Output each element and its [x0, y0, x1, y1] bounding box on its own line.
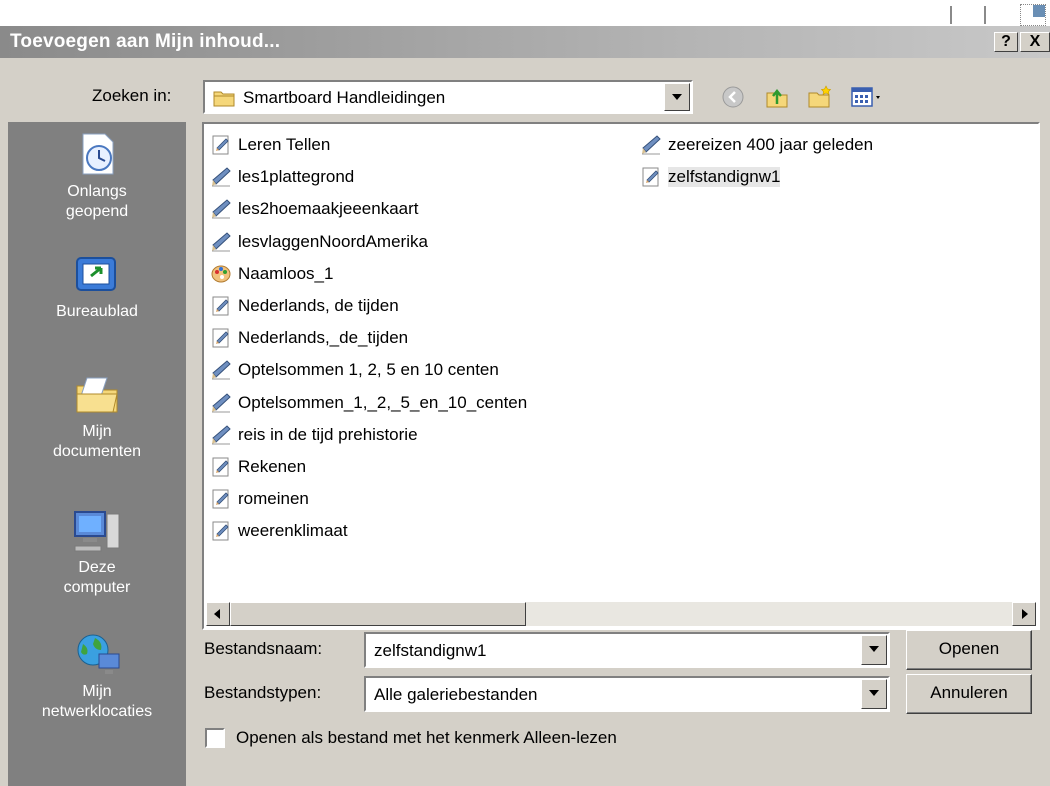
look-in-dropdown[interactable]: Smartboard Handleidingen — [203, 80, 693, 114]
notebook-pen-icon — [642, 135, 661, 155]
back-icon[interactable] — [720, 84, 746, 110]
scroll-right-button[interactable] — [1012, 602, 1036, 626]
file-item[interactable]: lesvlaggenNoordAmerika — [210, 227, 428, 257]
file-name: weerenklimaat — [238, 521, 348, 541]
recent-icon — [82, 133, 114, 175]
scroll-left-button[interactable] — [206, 602, 230, 626]
filetype-dropdown[interactable]: Alle galeriebestanden — [364, 676, 890, 712]
add-to-my-content-dialog: Toevoegen aan Mijn inhoud... ? X Zoeken … — [0, 26, 1050, 786]
file-name: les1plattegrond — [238, 167, 355, 187]
file-name: zeereizen 400 jaar geleden — [668, 135, 874, 154]
look-in-dropdown-arrow[interactable] — [664, 83, 690, 111]
place-label: Mijn netwerklocaties — [41, 683, 153, 720]
place-my-computer[interactable]: Deze computer — [8, 506, 186, 598]
open-button[interactable]: Openen — [906, 630, 1032, 670]
places-bar: Onlangs geopend Bureaublad Mijn documenten — [8, 122, 186, 786]
place-recent[interactable]: Onlangs geopend — [8, 130, 186, 222]
notebook-pen-icon — [212, 167, 231, 187]
look-in-label: Zoeken in: — [92, 86, 172, 105]
file-item[interactable]: weerenklimaat — [210, 516, 348, 546]
palette-icon — [211, 265, 231, 283]
file-item[interactable]: Nederlands, de tijden — [210, 291, 399, 321]
place-label: Bureaublad — [56, 303, 138, 320]
up-folder-icon[interactable] — [764, 84, 790, 110]
notebook-doc-icon — [212, 489, 229, 509]
file-name: Nederlands,_de_tijden — [238, 328, 409, 348]
file-name: Leren Tellen — [238, 135, 331, 154]
filename-dropdown-arrow[interactable] — [861, 635, 887, 665]
desktop-icon — [76, 257, 116, 291]
file-item[interactable]: Nederlands,_de_tijden — [210, 323, 408, 353]
background-divider — [984, 6, 986, 24]
new-folder-icon[interactable] — [806, 84, 832, 110]
file-name: Optelsommen 1, 2, 5 en 10 centen — [238, 360, 499, 380]
scroll-thumb[interactable] — [230, 602, 526, 626]
place-label: Mijn documenten — [52, 423, 142, 460]
file-name: Rekenen — [238, 457, 307, 476]
background-window-icon — [1020, 4, 1046, 26]
notebook-pen-icon — [212, 425, 231, 445]
notebook-doc-icon — [212, 521, 229, 541]
filename-label: Bestandsnaam: — [204, 639, 323, 658]
notebook-doc-icon — [642, 167, 659, 187]
title-bar[interactable]: Toevoegen aan Mijn inhoud... ? X — [0, 26, 1050, 58]
view-menu-icon[interactable] — [850, 84, 886, 110]
file-name: lesvlaggenNoordAmerika — [238, 231, 428, 251]
background-window-strip — [0, 0, 1050, 26]
file-name: Optelsommen_1,_2,_5_en_10_centen — [238, 392, 528, 412]
folder-icon — [213, 91, 235, 107]
filetype-value: Alle galeriebestanden — [374, 685, 538, 704]
notebook-doc-icon — [212, 135, 229, 155]
look-in-value: Smartboard Handleidingen — [243, 88, 446, 107]
readonly-checkbox-label[interactable]: Openen als bestand met het kenmerk Allee… — [236, 728, 617, 748]
notebook-doc-icon — [212, 457, 229, 477]
file-item[interactable]: reis in de tijd prehistorie — [210, 420, 418, 450]
notebook-doc-icon — [212, 328, 229, 348]
readonly-checkbox[interactable] — [205, 728, 225, 748]
file-item[interactable]: les1plattegrond — [210, 162, 354, 192]
place-network[interactable]: Mijn netwerklocaties — [8, 630, 186, 722]
place-desktop[interactable]: Bureaublad — [8, 250, 186, 322]
help-button[interactable]: ? — [994, 32, 1018, 52]
file-name: zelfstandignw1 — [668, 167, 781, 188]
file-item[interactable]: zelfstandignw1 — [640, 162, 781, 192]
file-name: reis in de tijd prehistorie — [238, 424, 418, 444]
place-label: Onlangs geopend — [65, 183, 129, 220]
file-item[interactable]: Optelsommen 1, 2, 5 en 10 centen — [210, 355, 499, 385]
notebook-doc-icon — [212, 296, 229, 316]
place-my-documents[interactable]: Mijn documenten — [8, 370, 186, 462]
filename-combobox[interactable]: zelfstandignw1 — [364, 632, 890, 668]
horizontal-scrollbar[interactable] — [206, 602, 1036, 626]
file-item[interactable]: Leren Tellen — [210, 130, 330, 160]
filetype-dropdown-arrow[interactable] — [861, 679, 887, 709]
file-item[interactable]: zeereizen 400 jaar geleden — [640, 130, 873, 160]
background-divider — [950, 6, 952, 24]
notebook-pen-icon — [212, 392, 231, 413]
file-item[interactable]: Optelsommen_1,_2,_5_en_10_centen — [210, 388, 527, 418]
filetype-label: Bestandstypen: — [204, 683, 322, 702]
close-button[interactable]: X — [1020, 32, 1050, 52]
place-label: Deze computer — [63, 559, 131, 596]
notebook-pen-icon — [212, 199, 231, 219]
file-item[interactable]: les2hoemaakjeeenkaart — [210, 194, 419, 224]
notebook-pen-icon — [212, 231, 231, 252]
file-name: Naamloos_1 — [238, 263, 334, 283]
file-name: les2hoemaakjeeenkaart — [238, 199, 419, 219]
file-name: Nederlands, de tijden — [238, 296, 399, 315]
dialog-title: Toevoegen aan Mijn inhoud... — [10, 31, 281, 52]
cancel-button[interactable]: Annuleren — [906, 674, 1032, 714]
file-item[interactable]: romeinen — [210, 484, 309, 514]
file-item[interactable]: Rekenen — [210, 452, 306, 482]
file-name: romeinen — [238, 489, 309, 509]
my-documents-icon — [76, 377, 118, 413]
network-icon — [77, 634, 120, 674]
file-list[interactable]: Leren Tellen les1plattegrond les2hoemaakje… — [202, 122, 1040, 630]
notebook-pen-icon — [212, 360, 231, 380]
my-computer-icon — [74, 511, 120, 552]
filename-value: zelfstandignw1 — [374, 641, 487, 660]
file-item[interactable]: Naamloos_1 — [210, 259, 333, 289]
